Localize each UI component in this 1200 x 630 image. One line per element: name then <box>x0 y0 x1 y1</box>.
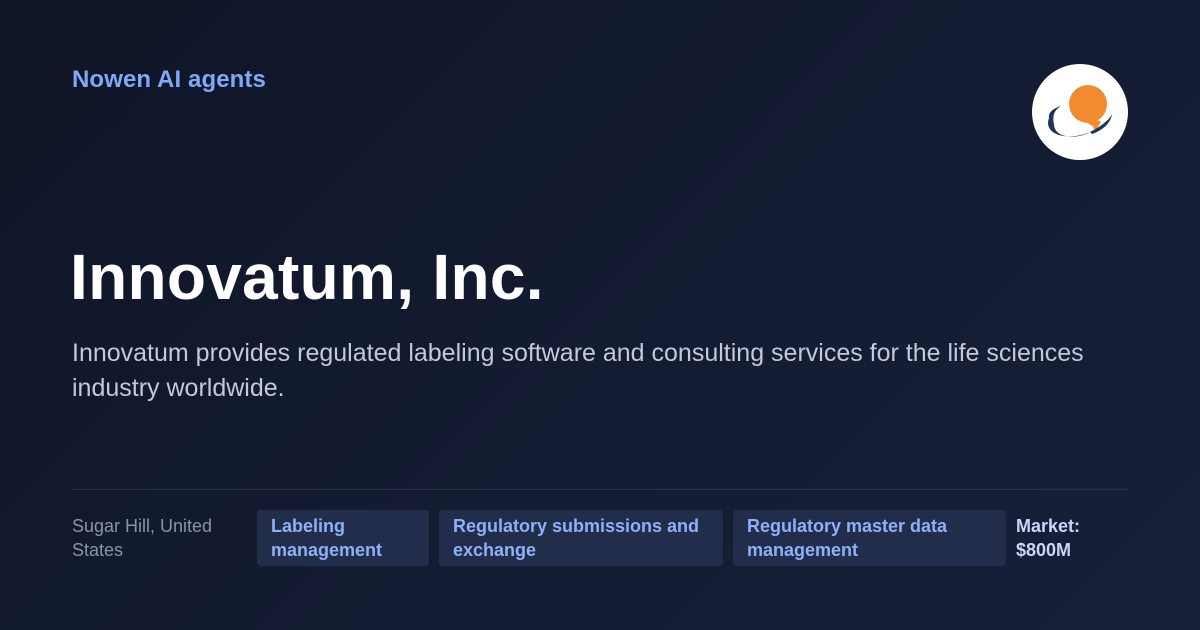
tag-labeling-management: Labeling management <box>257 510 429 566</box>
company-location: Sugar Hill, United States <box>72 516 213 560</box>
company-logo <box>1032 64 1128 160</box>
tag-regulatory-submissions: Regulatory submissions and exchange <box>439 510 723 566</box>
divider <box>72 489 1128 490</box>
company-description: Innovatum provides regulated labeling so… <box>72 339 1084 402</box>
company-name: Innovatum, Inc. <box>70 241 544 313</box>
tag-regulatory-master-data: Regulatory master data management <box>733 510 1006 566</box>
company-details: Sugar Hill, United States Labeling manag… <box>72 510 1128 566</box>
lightbulb-swoosh-logo-icon <box>1048 85 1112 137</box>
brand-name: Nowen AI agents <box>72 66 266 93</box>
market-size: Market: $800M <box>1016 516 1081 560</box>
